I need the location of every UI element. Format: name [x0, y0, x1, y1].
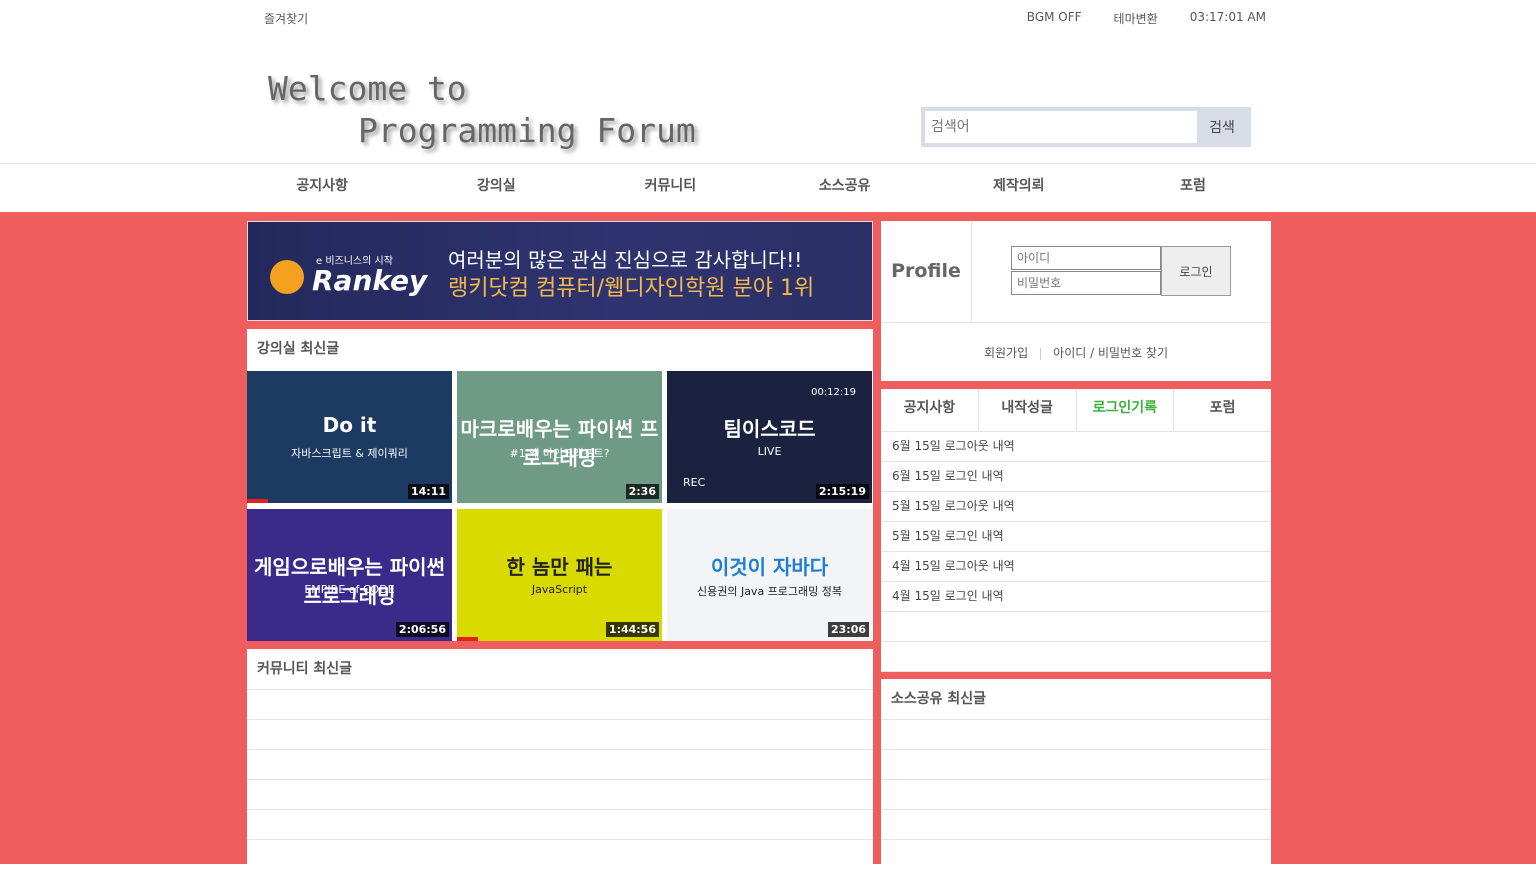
- log-item-empty: [881, 612, 1271, 642]
- bgm-toggle[interactable]: BGM OFF: [1027, 10, 1082, 27]
- link-separator: [1040, 347, 1042, 360]
- video-duration: 1:44:56: [605, 622, 659, 637]
- profile-label: Profile: [881, 221, 972, 322]
- list-item[interactable]: [247, 809, 873, 839]
- search-box: 검색: [921, 107, 1251, 147]
- video-thumbnail-grid: Do it 자바스크립트 & 제이쿼리 14:11 마크로배우는 파이썬 프로그래밍 #…: [247, 371, 873, 641]
- list-item[interactable]: [247, 689, 873, 719]
- log-item[interactable]: 5월 15일 로그인 내역: [881, 522, 1271, 552]
- watch-progress-bar: [457, 637, 478, 641]
- video-subtitle: EMPIRE of CODE: [304, 583, 395, 596]
- video-thumbnail[interactable]: 팀이스코드 LIVE REC 00:12:19 2:15:19: [667, 371, 872, 503]
- tab-0[interactable]: 공지사항: [881, 389, 979, 431]
- tab-bar: 공지사항 내작성글 로그인기록 포럼: [881, 389, 1271, 432]
- search-input[interactable]: [925, 111, 1197, 143]
- watch-progress-bar: [247, 499, 268, 503]
- top-utility-bar: 즐겨찾기 BGM OFF 테마변환 03:17:01 AM: [0, 0, 1536, 36]
- community-panel-title: 커뮤니티 최신글: [257, 661, 353, 677]
- video-duration: 14:11: [407, 484, 449, 499]
- video-subtitle: JavaScript: [531, 583, 588, 596]
- community-rows: [247, 689, 873, 869]
- video-title: 마크로배우는 파이썬 프로그래밍: [460, 417, 659, 470]
- source-latest-panel: 소스공유 최신글: [881, 679, 1271, 864]
- theme-toggle[interactable]: 테마변환: [1114, 10, 1158, 27]
- video-thumbnail[interactable]: 게임으로배우는 파이썬 프로그래밍 EMPIRE of CODE 2:06:56: [247, 509, 452, 641]
- recording-timer: 00:12:19: [811, 387, 856, 398]
- tabbed-panel: 공지사항 내작성글 로그인기록 포럼 6월 15일 로그아웃 내역 6월 15일 로그인…: [881, 389, 1271, 672]
- password-field[interactable]: [1011, 271, 1161, 295]
- search-button[interactable]: 검색: [1197, 111, 1247, 143]
- profile-divider: [881, 322, 1271, 323]
- nav-forum[interactable]: 포럼: [1106, 164, 1280, 212]
- tab-2[interactable]: 로그인기록: [1077, 389, 1175, 431]
- find-account-link[interactable]: 아이디 / 비밀번호 찾기: [1053, 346, 1168, 360]
- community-latest-panel: 커뮤니티 최신글: [247, 649, 873, 864]
- login-button[interactable]: 로그인: [1161, 246, 1231, 296]
- login-log-list: 6월 15일 로그아웃 내역 6월 15일 로그인 내역 5월 15일 로그아웃 내…: [881, 432, 1271, 672]
- video-duration: 2:06:56: [395, 622, 449, 637]
- log-item[interactable]: 5월 15일 로그아웃 내역: [881, 492, 1271, 522]
- lecture-panel-title: 강의실 최신글: [257, 341, 340, 357]
- video-duration: 2:36: [625, 484, 659, 499]
- rankey-banner[interactable]: e 비즈니스의 시작 Rankey 여러분의 많은 관심 진심으로 감사합니다!…: [247, 221, 873, 321]
- video-title: 한 놈만 패는: [506, 555, 613, 579]
- tab-1[interactable]: 내작성글: [979, 389, 1077, 431]
- video-duration: 23:06: [827, 622, 869, 637]
- profile-panel: Profile 로그인 회원가입 아이디 / 비밀번호 찾기: [881, 221, 1271, 381]
- nav-community[interactable]: 커뮤니티: [583, 164, 757, 212]
- nav-notice[interactable]: 공지사항: [235, 164, 409, 212]
- rec-indicator: REC: [683, 476, 706, 489]
- source-panel-title: 소스공유 최신글: [891, 691, 987, 707]
- video-title: Do it: [322, 413, 377, 437]
- profile-links: 회원가입 아이디 / 비밀번호 찾기: [881, 344, 1271, 361]
- source-rows: [881, 719, 1271, 869]
- video-thumbnail[interactable]: 이것이 자바다신용권의 Java 프로그래밍 정복 23:06: [667, 509, 872, 641]
- video-thumbnail[interactable]: 마크로배우는 파이썬 프로그래밍 #1 왜 마인크래프트? 2:36: [457, 371, 662, 503]
- id-field[interactable]: [1011, 246, 1161, 270]
- log-item[interactable]: 4월 15일 로그인 내역: [881, 582, 1271, 612]
- video-subtitle: 자바스크립트 & 제이쿼리: [291, 447, 408, 460]
- tab-3[interactable]: 포럼: [1174, 389, 1271, 431]
- join-link[interactable]: 회원가입: [984, 346, 1028, 360]
- video-title: 팀이스코드: [723, 417, 816, 441]
- list-item[interactable]: [247, 839, 873, 869]
- log-item[interactable]: 6월 15일 로그인 내역: [881, 462, 1271, 492]
- list-item[interactable]: [881, 749, 1271, 779]
- list-item[interactable]: [247, 749, 873, 779]
- logo-line-2: Programming Forum: [358, 111, 696, 150]
- banner-line-2: 랭키닷컴 컴퓨터/웹디자인학원 분야 1위: [448, 276, 815, 301]
- favorites-link[interactable]: 즐겨찾기: [264, 10, 308, 27]
- list-item[interactable]: [881, 719, 1271, 749]
- main-nav: 공지사항 강의실 커뮤니티 소스공유 제작의뢰 포럼: [0, 163, 1536, 213]
- list-item[interactable]: [881, 779, 1271, 809]
- video-title: 이것이 자바다: [710, 555, 829, 579]
- lecture-latest-panel: 강의실 최신글 Do it 자바스크립트 & 제이쿼리 14:11 마크로배우는 파이…: [247, 329, 873, 641]
- util-right-group: BGM OFF 테마변환 03:17:01 AM: [1027, 10, 1266, 27]
- rankey-logo-icon: [270, 260, 304, 294]
- banner-line-1: 여러분의 많은 관심 진심으로 감사합니다!!: [448, 248, 803, 272]
- list-item[interactable]: [247, 779, 873, 809]
- site-logo[interactable]: Welcome to Programming Forum: [268, 68, 696, 152]
- logo-line-1: Welcome to: [268, 69, 467, 108]
- banner-brand: Rankey: [312, 264, 428, 297]
- log-item-empty: [881, 642, 1271, 672]
- nav-request[interactable]: 제작의뢰: [932, 164, 1106, 212]
- log-item[interactable]: 6월 15일 로그아웃 내역: [881, 432, 1271, 462]
- video-duration: 2:15:19: [815, 484, 869, 499]
- video-subtitle: LIVE: [757, 445, 782, 458]
- clock: 03:17:01 AM: [1189, 10, 1266, 24]
- list-item[interactable]: [881, 809, 1271, 839]
- nav-lecture[interactable]: 강의실: [409, 164, 583, 212]
- video-subtitle: 신용권의 Java 프로그래밍 정복: [696, 585, 843, 598]
- log-item[interactable]: 4월 15일 로그아웃 내역: [881, 552, 1271, 582]
- video-thumbnail[interactable]: 한 놈만 패는 JavaScript 1:44:56: [457, 509, 662, 641]
- video-subtitle: #1 왜 마인크래프트?: [509, 447, 610, 460]
- nav-source[interactable]: 소스공유: [758, 164, 932, 212]
- video-title: 게임으로배우는 파이썬 프로그래밍: [254, 555, 445, 608]
- list-item[interactable]: [881, 839, 1271, 869]
- video-thumbnail[interactable]: Do it 자바스크립트 & 제이쿼리 14:11: [247, 371, 452, 503]
- list-item[interactable]: [247, 719, 873, 749]
